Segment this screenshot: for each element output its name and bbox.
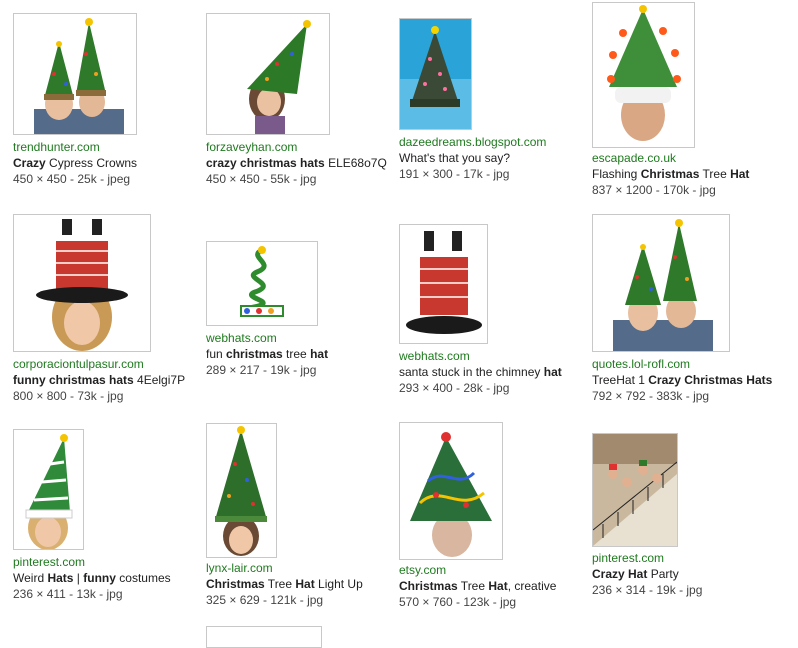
result-title[interactable]: fun christmas tree hat bbox=[206, 346, 328, 362]
result-title-segment: Cypress Crowns bbox=[45, 156, 138, 170]
result-title-segment: Party bbox=[647, 567, 679, 581]
result-title-segment: hat bbox=[310, 347, 329, 361]
result-source-link[interactable]: forzaveyhan.com bbox=[206, 139, 387, 155]
result-thumbnail[interactable] bbox=[399, 224, 488, 344]
result-image-meta: 837 × 1200 - 170k - jpg bbox=[592, 183, 716, 197]
result-title[interactable]: Flashing Christmas Tree Hat bbox=[592, 166, 749, 182]
result-title-segment: Crazy Hat bbox=[592, 567, 648, 581]
result-thumbnail[interactable] bbox=[206, 423, 277, 558]
result-source-link[interactable]: lynx-lair.com bbox=[206, 560, 363, 576]
result-thumbnail[interactable] bbox=[592, 214, 730, 352]
result-source-link[interactable]: webhats.com bbox=[399, 348, 562, 364]
result-thumbnail[interactable] bbox=[206, 241, 318, 326]
lit-tree-hat-blue-image bbox=[400, 19, 471, 129]
result-title-segment: Tree bbox=[699, 167, 731, 181]
result-thumbnail[interactable] bbox=[13, 13, 137, 135]
result-title-segment: Crazy Christmas Hats bbox=[648, 373, 773, 387]
knit-tree-hat-image bbox=[400, 423, 502, 559]
result-image-meta: 191 × 300 - 17k - jpg bbox=[399, 167, 510, 181]
result-thumbnail[interactable] bbox=[13, 214, 151, 352]
result-title-segment: Hats bbox=[47, 571, 74, 585]
result-title-segment: funny bbox=[83, 571, 116, 585]
chimney-hat-image bbox=[400, 225, 487, 343]
result-title-segment: santa stuck in the chimney bbox=[399, 365, 544, 379]
result-source-link[interactable]: quotes.lol-rofl.com bbox=[592, 356, 772, 372]
result-title-segment: funny christmas hats bbox=[13, 373, 134, 387]
two-people-tree-hats-image bbox=[14, 14, 136, 134]
result-thumbnail[interactable] bbox=[399, 18, 472, 130]
result-image-meta: 450 × 450 - 25k - jpeg bbox=[13, 172, 131, 186]
result-title[interactable]: What's that you say? bbox=[399, 150, 546, 166]
result-source-link[interactable]: trendhunter.com bbox=[13, 139, 137, 155]
result-title-segment: christmas bbox=[226, 347, 283, 361]
result-title[interactable]: Weird Hats | funny costumes bbox=[13, 570, 171, 586]
result-image-meta: 570 × 760 - 123k - jpg bbox=[399, 595, 517, 609]
result-image-meta: 293 × 400 - 28k - jpg bbox=[399, 381, 510, 395]
result-title-segment: Light Up bbox=[314, 577, 363, 591]
result-thumbnail[interactable] bbox=[399, 422, 503, 560]
man-sequin-tree-hat-image bbox=[593, 3, 694, 147]
result-title-segment: crazy christmas hats bbox=[206, 156, 325, 170]
result-title[interactable]: Christmas Tree Hat, creative bbox=[399, 578, 556, 594]
result-title-segment: Hat bbox=[488, 579, 508, 593]
result-source-link[interactable]: etsy.com bbox=[399, 562, 556, 578]
result-thumbnail[interactable] bbox=[592, 2, 695, 148]
woman-tall-tree-hat-image bbox=[207, 424, 276, 557]
result-title-segment: costumes bbox=[115, 571, 171, 585]
result-title-segment: Hat bbox=[295, 577, 315, 591]
result-title-segment: hat bbox=[543, 365, 562, 379]
woman-chimney-hat-image bbox=[14, 215, 150, 351]
result-title-segment: Christmas bbox=[206, 577, 265, 591]
result-thumbnail-partial[interactable] bbox=[206, 626, 322, 648]
party-group-stairs-image bbox=[593, 434, 677, 546]
result-source-link[interactable]: escapade.co.uk bbox=[592, 150, 749, 166]
result-title-segment: Crazy bbox=[13, 156, 46, 170]
result-image-meta: 792 × 792 - 383k - jpg bbox=[592, 389, 710, 403]
result-title[interactable]: Crazy Hat Party bbox=[592, 566, 702, 582]
result-source-link[interactable]: corporaciontulpasur.com bbox=[13, 356, 185, 372]
result-title-segment: Christmas bbox=[399, 579, 458, 593]
result-title[interactable]: funny christmas hats 4Eelgi7P bbox=[13, 372, 185, 388]
result-title-segment: Hat bbox=[730, 167, 750, 181]
result-title-segment: TreeHat 1 bbox=[592, 373, 649, 387]
spring-tree-hat-image bbox=[207, 242, 317, 325]
result-image-meta: 325 × 629 - 121k - jpg bbox=[206, 593, 324, 607]
result-title-segment: What's that you say? bbox=[399, 151, 511, 165]
result-title-segment: | bbox=[73, 571, 84, 585]
result-title[interactable]: Christmas Tree Hat Light Up bbox=[206, 576, 363, 592]
result-title[interactable]: Crazy Cypress Crowns bbox=[13, 155, 137, 171]
two-people-tree-hats-2-image bbox=[593, 215, 729, 351]
result-thumbnail[interactable] bbox=[206, 13, 330, 135]
result-source-link[interactable]: dazeedreams.blogspot.com bbox=[399, 134, 546, 150]
result-title-segment: Flashing bbox=[592, 167, 641, 181]
result-source-link[interactable]: pinterest.com bbox=[592, 550, 702, 566]
result-thumbnail[interactable] bbox=[13, 429, 84, 550]
result-title-segment: ELE68o7Q bbox=[324, 156, 387, 170]
result-source-link[interactable]: pinterest.com bbox=[13, 554, 171, 570]
result-source-link[interactable]: webhats.com bbox=[206, 330, 328, 346]
result-title-segment: fun bbox=[206, 347, 227, 361]
result-title-segment: Tree bbox=[457, 579, 489, 593]
woman-white-tree-hat-image bbox=[14, 430, 83, 549]
result-title-segment: Christmas bbox=[640, 167, 700, 181]
result-image-meta: 289 × 217 - 19k - jpg bbox=[206, 363, 317, 377]
result-title-segment: 4Eelgi7P bbox=[133, 373, 186, 387]
result-thumbnail[interactable] bbox=[592, 433, 678, 547]
result-image-meta: 800 × 800 - 73k - jpg bbox=[13, 389, 124, 403]
result-image-meta: 450 × 450 - 55k - jpg bbox=[206, 172, 317, 186]
result-title[interactable]: crazy christmas hats ELE68o7Q bbox=[206, 155, 387, 171]
result-title-segment: tree bbox=[282, 347, 311, 361]
result-title-segment: , creative bbox=[507, 579, 557, 593]
result-image-meta: 236 × 314 - 19k - jpg bbox=[592, 583, 703, 597]
result-title[interactable]: TreeHat 1 Crazy Christmas Hats bbox=[592, 372, 772, 388]
result-image-meta: 236 × 411 - 13k - jpg bbox=[13, 587, 123, 601]
result-title-segment: Tree bbox=[264, 577, 296, 591]
result-title[interactable]: santa stuck in the chimney hat bbox=[399, 364, 562, 380]
woman-tree-hat-image bbox=[207, 14, 329, 134]
result-title-segment: Weird bbox=[13, 571, 48, 585]
